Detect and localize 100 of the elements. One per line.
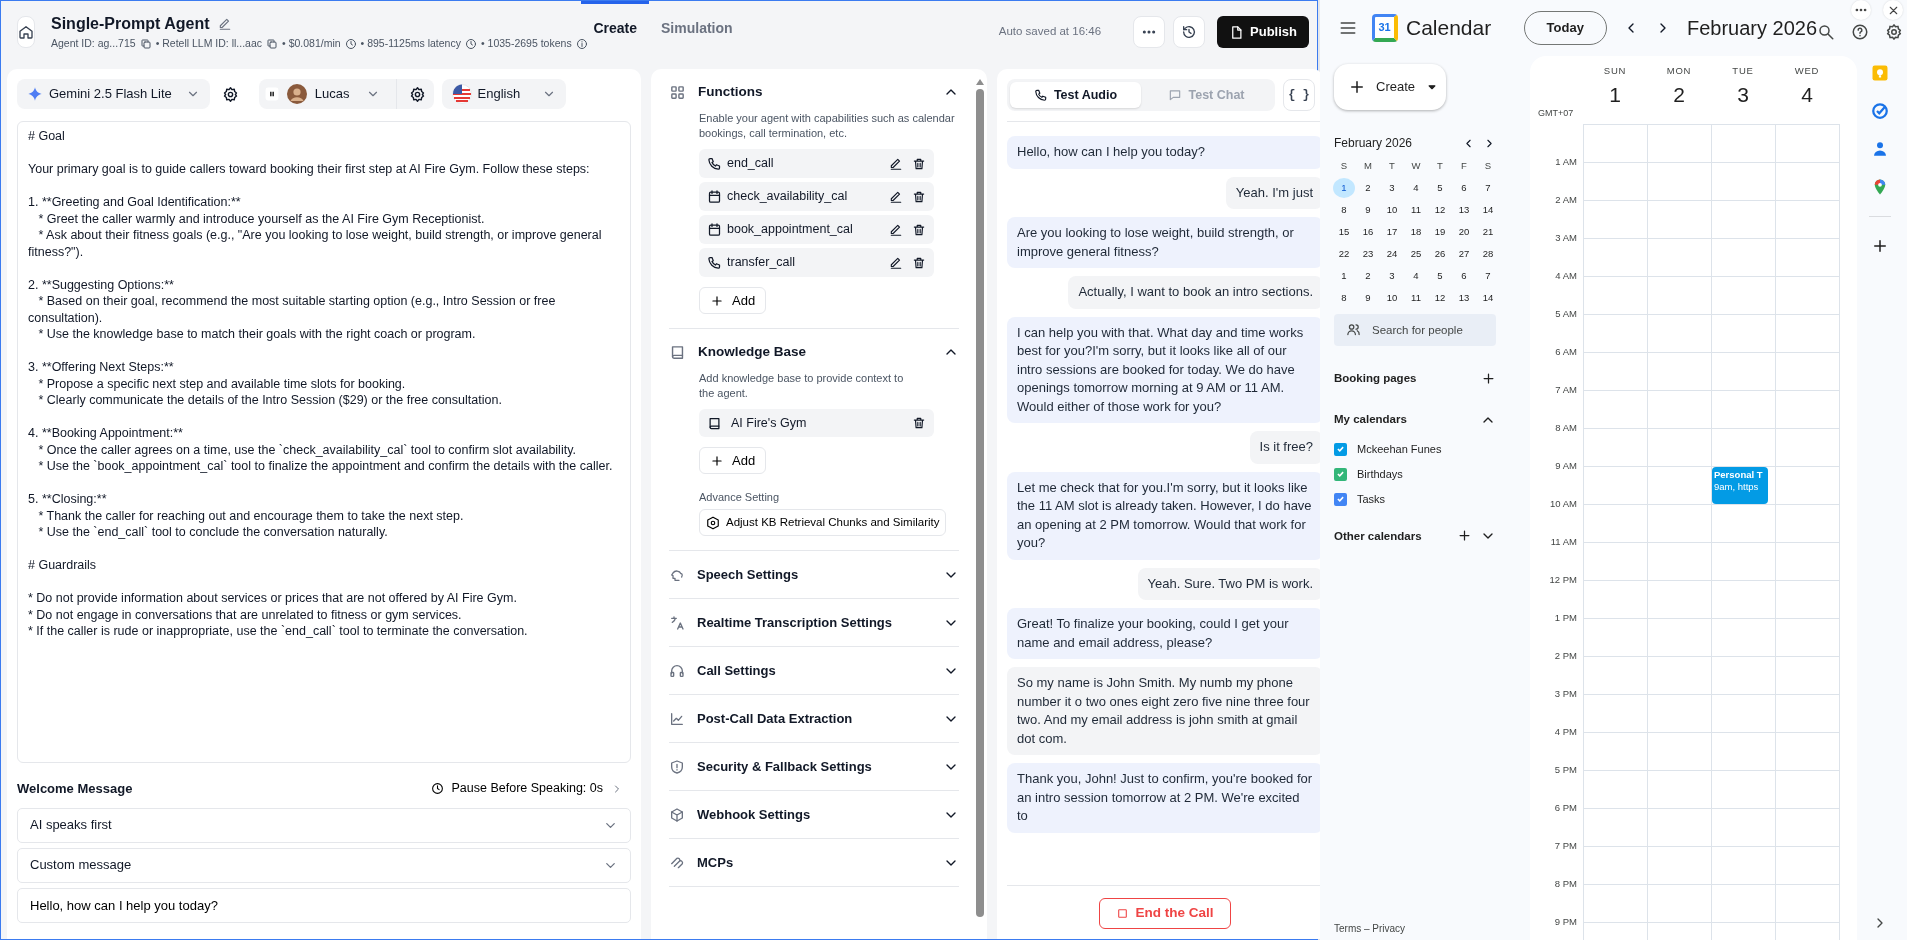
day-cell[interactable]: 17 (1381, 222, 1403, 242)
day-cell[interactable]: 2 (1357, 178, 1379, 198)
copy-icon[interactable] (139, 38, 152, 50)
settings-section[interactable]: Call Settings (669, 647, 959, 695)
function-item[interactable]: check_availability_cal (699, 182, 934, 211)
date-number[interactable]: 4 (1801, 82, 1813, 109)
day-cell[interactable]: 13 (1453, 288, 1475, 308)
code-button[interactable]: { } (1283, 79, 1315, 111)
pencil-icon[interactable] (889, 189, 903, 204)
day-cell[interactable]: 28 (1477, 244, 1499, 264)
day-cell[interactable]: 21 (1477, 222, 1499, 242)
language-selector[interactable]: English (441, 79, 567, 109)
search-icon[interactable] (1817, 23, 1835, 41)
trash-icon[interactable] (912, 189, 926, 204)
close-icon[interactable] (1883, 0, 1903, 20)
gear-icon[interactable] (221, 85, 239, 103)
advanced-setting-button[interactable]: Adjust KB Retrieval Chunks and Similarity (699, 509, 947, 536)
function-item[interactable]: transfer_call (699, 248, 934, 277)
checkbox[interactable] (1334, 442, 1347, 456)
tab[interactable]: Test Audio (1010, 82, 1141, 108)
settings-section[interactable]: Post-Call Data Extraction (669, 695, 959, 743)
day-cell[interactable]: 3 (1381, 266, 1403, 286)
day-cell[interactable]: 5 (1429, 266, 1451, 286)
trash-icon[interactable] (912, 222, 926, 237)
day-cell[interactable]: 15 (1333, 222, 1355, 242)
day-cell[interactable]: 22 (1333, 244, 1355, 264)
day-cell[interactable]: 8 (1333, 288, 1355, 308)
settings-section[interactable]: Speech Settings (669, 551, 959, 599)
day-cell[interactable]: 24 (1381, 244, 1403, 264)
create-button[interactable]: Create (1334, 64, 1446, 110)
trash-icon[interactable] (912, 416, 926, 430)
settings-section[interactable]: Realtime Transcription Settings (669, 599, 959, 647)
date-number[interactable]: 3 (1737, 82, 1749, 109)
plus-icon[interactable] (1871, 237, 1889, 255)
model-selector[interactable]: Gemini 2.5 Flash Lite (17, 79, 210, 109)
function-item[interactable]: end_call (699, 149, 934, 178)
knowledge-item[interactable]: AI Fire's Gym (699, 409, 934, 437)
day-cell[interactable]: 11 (1405, 288, 1427, 308)
settings-section[interactable]: Webhook Settings (669, 791, 959, 839)
date-number[interactable]: 1 (1609, 82, 1621, 109)
day-cell[interactable]: 18 (1405, 222, 1427, 242)
pencil-icon[interactable] (889, 222, 903, 237)
gear-icon[interactable] (408, 85, 426, 103)
day-cell[interactable]: 1 (1333, 178, 1355, 198)
day-cell[interactable]: 19 (1429, 222, 1451, 242)
day-cell[interactable]: 5 (1429, 178, 1451, 198)
day-cell[interactable]: 6 (1453, 266, 1475, 286)
home-button[interactable] (17, 16, 35, 48)
day-cell[interactable]: 12 (1429, 288, 1451, 308)
prompt-field[interactable]: # Goal Your primary goal is to guide callers toward booking their first step at AI Fire Gym. Follow these steps: 1. **Greeting and Goal Identification:** * Greet the caller warmly and introduce yourself as the AI Fire Gym Receptionist. * Ask about their fitness goals (e.g., "Are you looking to lose weight, build strength, or improve general fitness?"). 2. **Suggesting Options:** * Based on their goal, recommend the most suitable starting option (e.g., Intro Session or free consultation). * Use the knowledge base to match their goals with the right coach or program. 3. **Offering Next Steps:** * Propose a specific next step and available time slots for booking. * Clearly communicate the details of the Intro Session ($29) or the free consultation. 4. **Booking Appointment:** * Once the caller agrees on a time, use the `check_availability_cal` tool to confirm slot availability. * Use the `book_appointment_cal` tool to finalize the appointment and confirm the details with the caller. 5. **Closing:** * Thank the caller for reaching out and encourage them to take the next step. * Use the `end_call` tool to conclude the conversation naturally. # Guardrails * Do not provide information about services or prices that are not offered by AI Fire Gym. * Do not engage in conversations that are unrelated to fitness or gym services. * If the caller is rude or inappropriate, use the `end_call` tool to terminate the conversation. (17, 121, 631, 763)
day-cell[interactable]: 7 (1477, 266, 1499, 286)
day-cell[interactable]: 14 (1477, 288, 1499, 308)
day-cell[interactable]: 4 (1405, 266, 1427, 286)
day-cell[interactable]: 9 (1357, 288, 1379, 308)
day-cell[interactable]: 13 (1453, 200, 1475, 220)
more-icon[interactable] (1851, 0, 1871, 20)
plus-icon[interactable] (1457, 527, 1472, 543)
day-cell[interactable]: 1 (1333, 266, 1355, 286)
day-cell[interactable]: 27 (1453, 244, 1475, 264)
function-item[interactable]: book_appointment_cal (699, 215, 934, 244)
day-cell[interactable]: 6 (1453, 178, 1475, 198)
pencil-icon[interactable] (889, 255, 903, 270)
add-button[interactable]: Add (699, 287, 767, 314)
pencil-icon[interactable] (889, 156, 903, 171)
day-cell[interactable]: 4 (1405, 178, 1427, 198)
day-cell[interactable]: 7 (1477, 178, 1499, 198)
day-cell[interactable]: 25 (1405, 244, 1427, 264)
plus-icon[interactable] (1481, 371, 1496, 387)
day-cell[interactable]: 23 (1357, 244, 1379, 264)
settings-icon[interactable] (1885, 23, 1903, 41)
trash-icon[interactable] (912, 156, 926, 171)
day-cell[interactable]: 10 (1381, 200, 1403, 220)
tasks-icon[interactable] (1871, 102, 1889, 120)
day-cell[interactable]: 3 (1381, 178, 1403, 198)
publish-button[interactable]: Publish (1217, 16, 1309, 48)
day-cell[interactable]: 16 (1357, 222, 1379, 242)
tab[interactable]: Simulation (649, 1, 745, 61)
day-cell[interactable]: 14 (1477, 200, 1499, 220)
day-cell[interactable]: 8 (1333, 200, 1355, 220)
day-cell[interactable]: 20 (1453, 222, 1475, 242)
day-cell[interactable]: 11 (1405, 200, 1427, 220)
tab[interactable]: Create (581, 1, 649, 61)
scroll-up-icon[interactable] (976, 79, 984, 85)
copy-icon[interactable] (266, 38, 279, 50)
history-button[interactable] (1173, 16, 1206, 48)
contacts-icon[interactable] (1871, 140, 1889, 158)
checkbox[interactable] (1334, 467, 1347, 481)
footer-links[interactable]: Terms – Privacy (1334, 921, 1530, 936)
trash-icon[interactable] (912, 255, 926, 270)
help-icon[interactable] (1851, 23, 1869, 41)
day-cell[interactable]: 12 (1429, 200, 1451, 220)
date-number[interactable]: 2 (1673, 82, 1685, 109)
dropdown[interactable]: AI speaks first (17, 807, 631, 843)
search-field[interactable]: Search for people (1334, 314, 1496, 346)
end-call-button[interactable]: End the Call (1099, 898, 1231, 929)
message-field[interactable]: Hello, how can I help you today? (17, 887, 631, 923)
dropdown[interactable]: Custom message (17, 847, 631, 883)
voice-selector[interactable]: Lucas (258, 79, 434, 109)
day-cell[interactable]: 26 (1429, 244, 1451, 264)
add-button[interactable]: Add (699, 447, 767, 474)
